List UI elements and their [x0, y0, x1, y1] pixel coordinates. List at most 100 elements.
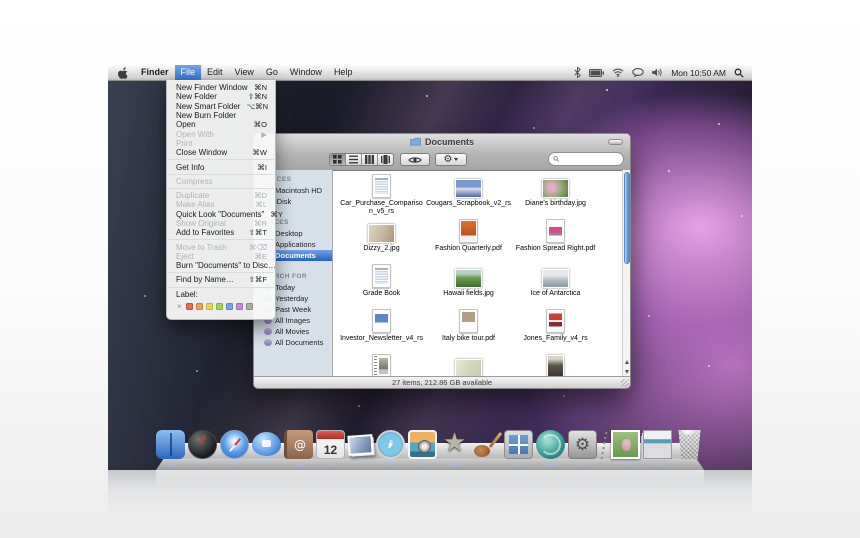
menu-item-add-to-favorites[interactable]: Add to Favorites ⇧⌘T — [167, 228, 275, 237]
menu-item-duplicate[interactable]: Duplicate ⌘D — [167, 191, 275, 200]
dock-preview-icon[interactable] — [347, 434, 374, 456]
menubar-help[interactable]: Help — [328, 65, 359, 80]
menu-item-get-info[interactable]: Get Info ⌘I — [167, 162, 275, 172]
scroll-down-button[interactable] — [623, 367, 630, 376]
dock-safari-icon[interactable] — [220, 430, 249, 466]
apple-menu-icon[interactable] — [118, 66, 128, 79]
dock-downloads-stack-icon[interactable] — [643, 430, 672, 466]
file-item[interactable]: Fashion Quarterly.pdf — [425, 217, 512, 262]
label-swatch-green[interactable] — [215, 303, 223, 311]
menubar-view[interactable]: View — [229, 65, 260, 80]
dock-garageband-icon[interactable] — [472, 430, 501, 459]
label-swatch-purple[interactable] — [235, 303, 243, 311]
menu-item-find-by-name[interactable]: Find by Name… ⇧⌘F — [167, 275, 275, 284]
file-item[interactable] — [338, 352, 425, 377]
sidebar-item-all-documents[interactable]: All Documents — [254, 337, 332, 348]
battery-icon[interactable] — [589, 68, 605, 77]
dock-finder-icon[interactable] — [156, 430, 185, 467]
dock-address-book-icon[interactable] — [284, 430, 313, 467]
menu-item-show-original[interactable]: Show Original ⌘R — [167, 219, 275, 228]
window-titlebar[interactable]: Documents — [254, 134, 630, 149]
wifi-icon[interactable] — [612, 68, 624, 77]
file-item[interactable]: Hawaii fields.jpg — [425, 262, 512, 307]
file-item[interactable]: Ice of Antarctica — [512, 262, 599, 307]
file-item[interactable]: Investor_Newsletter_v4_rs — [338, 307, 425, 352]
dock-system-preferences-icon[interactable] — [568, 430, 597, 466]
menu-item-new-burn-folder[interactable]: New Burn Folder — [167, 111, 275, 120]
label-swatch-yellow[interactable] — [205, 303, 213, 311]
label-swatch-red[interactable] — [185, 303, 193, 311]
file-item[interactable] — [425, 352, 512, 377]
menu-item-new-smart-folder[interactable]: New Smart Folder ⌥⌘N — [167, 102, 275, 111]
gear-icon: ⚙ — [443, 153, 453, 165]
file-item[interactable]: Car_Purchase_Comparison_v5_rs — [338, 172, 425, 217]
label-swatch-orange[interactable] — [195, 303, 203, 311]
dock-ichat-icon[interactable] — [252, 432, 281, 464]
menubar-go[interactable]: Go — [260, 65, 284, 80]
view-coverflow-button[interactable] — [378, 154, 393, 165]
file-item[interactable]: Dizzy_2.jpg — [338, 217, 425, 262]
smart-folder-icon — [264, 339, 272, 346]
eye-icon — [408, 156, 422, 163]
scrollbar-thumb[interactable] — [623, 172, 630, 264]
menubar-file[interactable]: File — [174, 65, 202, 80]
file-grid: Car_Purchase_Comparison_v5_rs Cougars_Sc… — [333, 170, 622, 377]
dock-imovie-icon[interactable] — [440, 426, 469, 467]
scroll-up-button[interactable] — [623, 357, 630, 366]
file-item[interactable] — [512, 352, 599, 377]
search-field[interactable] — [548, 152, 624, 166]
toolbar-toggle-button[interactable] — [608, 139, 623, 145]
view-icon-button[interactable] — [330, 154, 346, 165]
menu-item-burn-to-disc[interactable]: Burn "Documents" to Disc… — [167, 261, 276, 270]
menubar-clock[interactable]: Mon 10:50 AM — [671, 68, 726, 78]
sidebar-item-all-movies[interactable]: All Movies — [254, 326, 332, 337]
dock-documents-stack-icon[interactable] — [611, 430, 640, 465]
menu-item-new-folder[interactable]: New Folder ⇧⌘N — [167, 92, 275, 101]
file-item[interactable]: Fashion Spread Right.pdf — [512, 217, 599, 262]
file-item[interactable]: Grade Book — [338, 262, 425, 307]
menu-item-quick-look[interactable]: Quick Look "Documents" ⌘Y — [167, 210, 283, 219]
file-item[interactable]: Italy bike tour.pdf — [425, 307, 512, 352]
action-menu-button[interactable]: ⚙ — [435, 153, 467, 166]
menu-item-open-with[interactable]: Open With ▶ — [167, 129, 275, 139]
dock-spaces-icon[interactable] — [504, 430, 533, 466]
menubar-finder[interactable]: Finder — [135, 65, 175, 80]
dock-time-machine-icon[interactable] — [536, 430, 565, 467]
volume-icon[interactable] — [652, 68, 663, 77]
label-clear-swatch[interactable]: × — [177, 303, 182, 311]
menu-item-eject[interactable]: Eject ⌘E — [167, 252, 275, 261]
dock-iphoto-icon[interactable] — [408, 430, 437, 465]
menu-item-print[interactable]: Print — [167, 139, 275, 148]
dock-itunes-icon[interactable] — [376, 430, 405, 465]
menu-item-compress[interactable]: Compress — [167, 177, 275, 186]
resize-grip[interactable] — [621, 379, 629, 387]
label-swatch-gray[interactable] — [245, 303, 253, 311]
window-chrome[interactable]: Documents ⚙ — [254, 134, 630, 171]
ichat-bubble-icon[interactable] — [632, 67, 644, 78]
menu-item-make-alias[interactable]: Make Alias ⌘L — [167, 200, 275, 209]
file-item[interactable]: Jones_Family_v4_rs — [512, 307, 599, 352]
menu-item-close-window[interactable]: Close Window ⌘W — [167, 148, 275, 157]
view-column-button[interactable] — [362, 154, 378, 165]
file-item[interactable]: Diane's birthday.jpg — [512, 172, 599, 217]
dock-ical-icon[interactable]: 12 — [316, 430, 345, 466]
menu-item-move-to-trash[interactable]: Move to Trash ⌘⌫ — [167, 242, 275, 252]
menu-bar: Finder File Edit View Go Window Help Mon… — [108, 65, 752, 81]
file-item[interactable]: Cougars_Scrapbook_v2_rs — [425, 172, 512, 217]
file-icon — [372, 354, 391, 377]
menu-item-open[interactable]: Open ⌘O — [167, 120, 275, 129]
vertical-scrollbar[interactable] — [622, 170, 630, 377]
view-list-button[interactable] — [346, 154, 362, 165]
menu-item-new-finder-window[interactable]: New Finder Window ⌘N — [167, 83, 275, 92]
bluetooth-icon[interactable] — [574, 67, 582, 78]
file-icon — [459, 309, 478, 333]
menubar-edit[interactable]: Edit — [201, 65, 229, 80]
dock-dashboard-icon[interactable] — [188, 430, 217, 466]
dock-trash-icon[interactable] — [678, 430, 701, 459]
search-input[interactable] — [561, 153, 619, 165]
quick-look-button[interactable] — [400, 153, 430, 166]
menubar-window[interactable]: Window — [284, 65, 328, 80]
menu-separator — [168, 286, 274, 288]
spotlight-icon[interactable] — [734, 68, 744, 78]
label-swatch-blue[interactable] — [225, 303, 233, 311]
